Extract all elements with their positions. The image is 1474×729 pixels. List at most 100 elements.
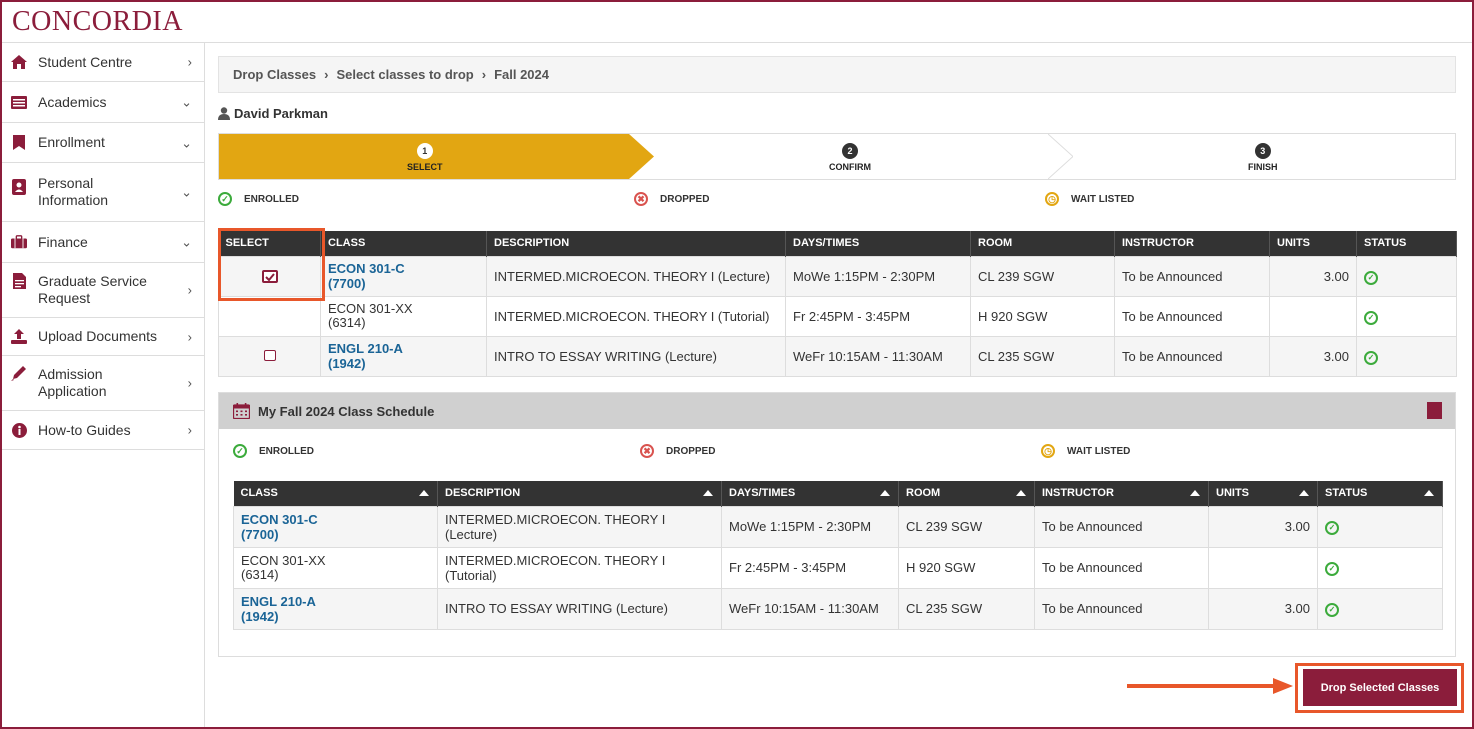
sidebar-item-graduate-service-request[interactable]: Graduate Service Request › [2,263,204,318]
class-link[interactable]: ENGL 210-A [241,594,430,609]
legend-enrolled: ENROLLED [259,445,314,457]
select-checkbox[interactable] [263,349,276,361]
legend-dropped: DROPPED [660,193,710,205]
room-cell: CL 235 SGW [898,587,1035,630]
legend-enrolled: ENROLLED [244,193,299,205]
days-times-cell: WeFr 10:15AM - 11:30AM [721,587,899,630]
class-schedule-panel: My Fall 2024 Class Schedule ✓ ENROLLED ✖… [218,392,1456,657]
sidebar-item-finance[interactable]: Finance ⌄ [2,222,204,263]
units-cell: 3.00 [1269,335,1357,377]
sidebar-item-label: Admission Application [38,366,107,399]
table-row: ENGL 210-A (1942) INTRO TO ESSAY WRITING… [233,587,1443,630]
sort-asc-icon[interactable] [880,490,890,496]
breadcrumb-select-classes[interactable]: Select classes to drop [336,67,473,82]
status-cell: ✓ [1356,335,1457,377]
column-header-instructor[interactable]: INSTRUCTOR [1034,481,1209,506]
concordia-logo[interactable]: CONCORDIA [12,6,183,38]
class-cell: ENGL 210-A (1942) [233,587,438,630]
sort-asc-icon[interactable] [1299,490,1309,496]
chevron-right-icon: › [324,67,329,82]
table-row: ECON 301-XX (6314) INTERMED.MICROECON. T… [233,546,1443,589]
select-cell [218,255,321,297]
sidebar-item-academics[interactable]: Academics ⌄ [2,82,204,123]
column-header: DESCRIPTION [486,231,786,256]
breadcrumb-term: Fall 2024 [494,67,549,82]
class-number: (6314) [241,566,279,582]
column-header-class[interactable]: CLASS [233,481,438,506]
column-header-room[interactable]: ROOM [898,481,1035,506]
sidebar-item-upload-documents[interactable]: Upload Documents › [2,318,204,356]
units-cell: 3.00 [1208,587,1318,630]
briefcase-icon [11,234,27,250]
select-checkbox[interactable] [261,270,278,283]
class-number[interactable]: (1942) [328,356,479,371]
status-cell: ✓ [1317,546,1443,589]
step-label: FINISH [1248,162,1278,172]
description-cell: INTRO TO ESSAY WRITING (Lecture) [486,335,786,377]
sort-asc-icon[interactable] [703,490,713,496]
column-header: CLASS [320,231,487,256]
sidebar-nav: Student Centre › Academics ⌄ Enrollment … [2,43,205,727]
class-link[interactable]: ENGL 210-A [328,341,479,356]
class-number[interactable]: (7700) [241,527,430,542]
column-header-units[interactable]: UNITS [1208,481,1318,506]
class-cell: ECON 301-XX (6314) [233,546,438,589]
sort-asc-icon[interactable] [1424,490,1434,496]
sort-asc-icon[interactable] [1190,490,1200,496]
enrolled-icon: ✓ [218,192,232,206]
table-row: ECON 301-C (7700) INTERMED.MICROECON. TH… [218,255,1457,297]
class-number: (6314) [328,315,366,330]
class-link[interactable]: ECON 301-C [328,261,479,276]
table-row: ENGL 210-A (1942) INTRO TO ESSAY WRITING… [218,335,1457,377]
class-code: ECON 301-XX [241,552,326,568]
instructor-cell: To be Announced [1034,546,1209,589]
enrolled-icon: ✓ [1325,603,1339,617]
pencil-icon [11,365,27,381]
sidebar-item-how-to-guides[interactable]: How-to Guides › [2,411,204,450]
step-label: CONFIRM [829,162,871,172]
status-cell: ✓ [1356,255,1457,297]
days-times-cell: MoWe 1:15PM - 2:30PM [721,505,899,548]
description-cell: INTERMED.MICROECON. THEORY I (Lecture) [437,505,722,548]
schedule-header[interactable]: My Fall 2024 Class Schedule [219,393,1455,429]
step-finish: 3 FINISH [1248,143,1278,172]
room-cell: CL 239 SGW [970,255,1115,297]
drop-selected-classes-button[interactable]: Drop Selected Classes [1303,669,1457,706]
description-cell: INTRO TO ESSAY WRITING (Lecture) [437,587,722,630]
class-number[interactable]: (1942) [241,609,430,624]
sidebar-item-label: Finance [38,233,88,250]
status-cell: ✓ [1356,295,1457,337]
sidebar-item-label: Student Centre [38,53,133,70]
person-icon [218,107,230,120]
sidebar-item-label: Graduate Service Request [38,273,147,306]
sort-asc-icon[interactable] [1016,490,1026,496]
chevron-down-icon: ⌄ [181,234,192,250]
info-icon [11,422,27,438]
step-confirm: 2 CONFIRM [829,143,871,172]
class-link[interactable]: ECON 301-C [241,512,430,527]
wait-listed-icon: ◷ [1045,192,1059,206]
chevron-right-icon: › [187,282,192,298]
sidebar-item-student-centre[interactable]: Student Centre › [2,43,204,82]
sidebar-item-personal-information[interactable]: Personal Information ⌄ [2,163,204,222]
instructor-cell: To be Announced [1034,587,1209,630]
status-cell: ✓ [1317,505,1443,548]
legend-wait-listed: WAIT LISTED [1067,445,1131,457]
units-cell: 3.00 [1208,505,1318,548]
collapse-toggle[interactable] [1427,402,1442,419]
enrolled-icon: ✓ [1325,562,1339,576]
column-header-status[interactable]: STATUS [1317,481,1443,506]
chevron-right-icon: › [187,422,192,438]
sidebar-item-admission-application[interactable]: Admission Application › [2,356,204,411]
sidebar-item-enrollment[interactable]: Enrollment ⌄ [2,123,204,163]
column-header-days-times[interactable]: DAYS/TIMES [721,481,899,506]
table-row: ECON 301-C (7700) INTERMED.MICROECON. TH… [233,505,1443,548]
sidebar-item-label: Enrollment [38,134,105,150]
column-header-description[interactable]: DESCRIPTION [437,481,722,506]
instructor-cell: To be Announced [1114,295,1270,337]
sort-asc-icon[interactable] [419,490,429,496]
class-number[interactable]: (7700) [328,276,479,291]
chevron-down-icon: ⌄ [181,94,192,110]
breadcrumb-drop-classes[interactable]: Drop Classes [233,67,316,82]
progress-stepper: 1 SELECT 2 CONFIRM 3 FINISH [218,133,1456,180]
